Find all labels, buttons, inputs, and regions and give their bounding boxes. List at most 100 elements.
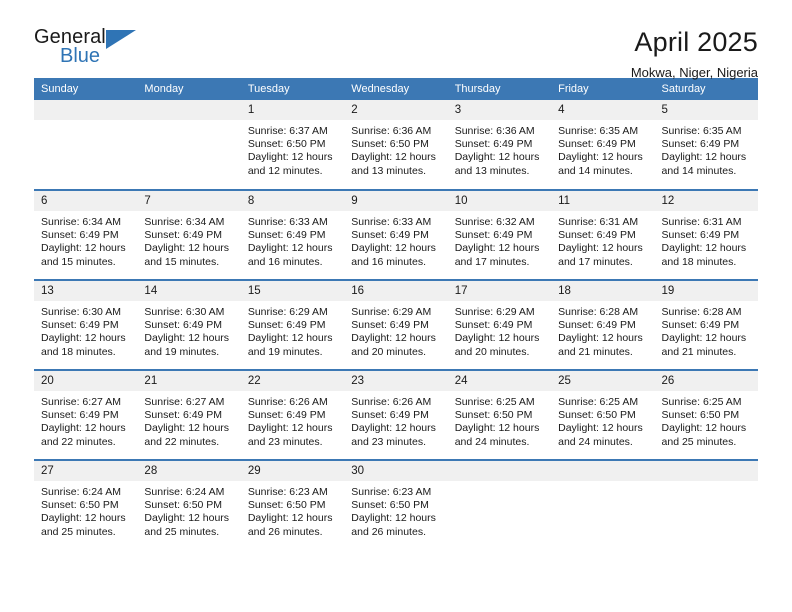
day-details: Sunrise: 6:35 AM Sunset: 6:49 PM Daylight:… (655, 120, 758, 178)
calendar-week-row: 27 Sunrise: 6:24 AM Sunset: 6:50 PM Dayligh… (34, 459, 758, 550)
day-details: Sunrise: 6:27 AM Sunset: 6:49 PM Daylight:… (34, 391, 137, 449)
calendar-day-cell[interactable]: 13 Sunrise: 6:30 AM Sunset: 6:49 PM Dayligh… (34, 279, 138, 370)
calendar-day-cell[interactable]: 30 Sunrise: 6:23 AM Sunset: 6:50 PM Dayligh… (344, 459, 448, 550)
sunset-time: Sunset: 6:49 PM (41, 229, 119, 242)
daylight-duration-line1: Daylight: 12 hours (661, 151, 747, 164)
day-details: Sunrise: 6:28 AM Sunset: 6:49 PM Daylight:… (551, 301, 654, 359)
calendar-day-cell[interactable]: 28 Sunrise: 6:24 AM Sunset: 6:50 PM Dayligh… (137, 459, 241, 550)
sunrise-time: Sunrise: 6:31 AM (661, 216, 742, 228)
daylight-duration-line1: Daylight: 12 hours (558, 151, 643, 164)
page-title: April 2025 (634, 27, 758, 57)
sunset-time: Sunset: 6:49 PM (41, 409, 119, 422)
calendar-week-row: 1 Sunrise: 6:37 AM Sunset: 6:50 PM Daylight… (34, 100, 758, 190)
day-number: 5 (654, 100, 758, 120)
brand-name-blue: Blue (60, 45, 101, 67)
calendar-day-cell[interactable]: 7 Sunrise: 6:34 AM Sunset: 6:49 PM Daylight… (137, 189, 241, 280)
calendar-day-cell[interactable]: 2 Sunrise: 6:36 AM Sunset: 6:50 PM Daylight… (344, 100, 448, 190)
sunrise-time: Sunrise: 6:32 AM (454, 216, 535, 228)
day-details: Sunrise: 6:25 AM Sunset: 6:50 PM Daylight:… (551, 391, 654, 449)
day-number: 25 (551, 371, 655, 391)
day-number: 1 (240, 100, 345, 120)
calendar-day-cell[interactable]: 19 Sunrise: 6:28 AM Sunset: 6:49 PM Dayligh… (654, 279, 758, 370)
calendar-day-cell[interactable]: 17 Sunrise: 6:29 AM Sunset: 6:49 PM Dayligh… (447, 279, 552, 370)
sunrise-time: Sunrise: 6:24 AM (41, 486, 121, 498)
sunset-time: Sunset: 6:49 PM (661, 138, 740, 151)
daylight-duration-line1: Daylight: 12 hours (247, 151, 333, 164)
calendar-day-cell[interactable]: 1 Sunrise: 6:37 AM Sunset: 6:50 PM Daylight… (240, 100, 345, 190)
sunrise-time: Sunrise: 6:29 AM (247, 306, 328, 318)
sunrise-time: Sunrise: 6:30 AM (41, 306, 121, 318)
calendar-day-cell-empty (137, 100, 241, 190)
calendar-day-cell[interactable]: 14 Sunrise: 6:30 AM Sunset: 6:49 PM Dayligh… (137, 279, 241, 370)
daylight-duration-line1: Daylight: 12 hours (454, 332, 540, 345)
sunrise-time: Sunrise: 6:34 AM (41, 216, 121, 228)
day-number (34, 100, 138, 120)
sunrise-time: Sunrise: 6:29 AM (454, 306, 535, 318)
sunrise-time: Sunrise: 6:33 AM (247, 216, 328, 228)
sunset-time: Sunset: 6:49 PM (351, 319, 429, 332)
calendar-day-cell[interactable]: 3 Sunrise: 6:36 AM Sunset: 6:49 PM Daylight… (447, 100, 552, 190)
day-number: 16 (344, 281, 448, 301)
day-details (448, 481, 551, 486)
calendar-day-cell[interactable]: 8 Sunrise: 6:33 AM Sunset: 6:49 PM Daylight… (240, 189, 345, 280)
day-number (137, 100, 241, 120)
sunset-time: Sunset: 6:49 PM (351, 229, 429, 242)
day-details (551, 481, 654, 486)
day-details: Sunrise: 6:29 AM Sunset: 6:49 PM Daylight:… (344, 301, 447, 359)
day-details: Sunrise: 6:25 AM Sunset: 6:50 PM Daylight:… (655, 391, 758, 449)
day-number: 14 (137, 281, 241, 301)
weekday-header-sunday: Sunday (34, 78, 138, 100)
day-number: 7 (137, 191, 241, 211)
day-details: Sunrise: 6:23 AM Sunset: 6:50 PM Daylight:… (344, 481, 447, 539)
sunrise-time: Sunrise: 6:27 AM (41, 396, 121, 408)
calendar-day-cell[interactable]: 16 Sunrise: 6:29 AM Sunset: 6:49 PM Dayligh… (344, 279, 448, 370)
calendar-day-cell[interactable]: 22 Sunrise: 6:26 AM Sunset: 6:49 PM Dayligh… (240, 369, 345, 460)
calendar-day-cell[interactable]: 4 Sunrise: 6:35 AM Sunset: 6:49 PM Daylight… (551, 100, 655, 190)
calendar-day-cell[interactable]: 6 Sunrise: 6:34 AM Sunset: 6:49 PM Daylight… (34, 189, 138, 280)
sunset-time: Sunset: 6:49 PM (454, 229, 533, 242)
calendar-day-cell[interactable]: 5 Sunrise: 6:35 AM Sunset: 6:49 PM Daylight… (654, 100, 758, 190)
sunrise-time: Sunrise: 6:23 AM (351, 486, 432, 498)
sunset-time: Sunset: 6:50 PM (351, 499, 429, 512)
daylight-duration-line2: and 21 minutes. (558, 345, 633, 358)
calendar-day-cell[interactable]: 10 Sunrise: 6:32 AM Sunset: 6:49 PM Dayligh… (447, 189, 552, 280)
sunset-time: Sunset: 6:49 PM (558, 319, 636, 332)
day-details: Sunrise: 6:29 AM Sunset: 6:49 PM Daylight:… (448, 301, 551, 359)
sunset-time: Sunset: 6:49 PM (41, 319, 119, 332)
day-details: Sunrise: 6:26 AM Sunset: 6:49 PM Daylight:… (241, 391, 344, 449)
calendar-day-cell[interactable]: 21 Sunrise: 6:27 AM Sunset: 6:49 PM Dayligh… (137, 369, 241, 460)
calendar-day-cell[interactable]: 11 Sunrise: 6:31 AM Sunset: 6:49 PM Dayligh… (551, 189, 655, 280)
daylight-duration-line1: Daylight: 12 hours (454, 422, 540, 435)
calendar-day-cell[interactable]: 9 Sunrise: 6:33 AM Sunset: 6:49 PM Daylight… (344, 189, 448, 280)
sunset-time: Sunset: 6:49 PM (454, 319, 533, 332)
sunset-time: Sunset: 6:49 PM (247, 409, 326, 422)
daylight-duration-line1: Daylight: 12 hours (454, 151, 540, 164)
day-details: Sunrise: 6:33 AM Sunset: 6:49 PM Daylight:… (344, 211, 447, 269)
day-number: 17 (447, 281, 552, 301)
calendar-day-cell[interactable]: 25 Sunrise: 6:25 AM Sunset: 6:50 PM Dayligh… (551, 369, 655, 460)
daylight-duration-line2: and 15 minutes. (41, 255, 116, 268)
calendar-day-cell[interactable]: 29 Sunrise: 6:23 AM Sunset: 6:50 PM Dayligh… (240, 459, 345, 550)
day-details (137, 120, 240, 125)
daylight-duration-line1: Daylight: 12 hours (41, 422, 126, 435)
sunrise-time: Sunrise: 6:25 AM (661, 396, 742, 408)
calendar-day-cell[interactable]: 24 Sunrise: 6:25 AM Sunset: 6:50 PM Dayligh… (447, 369, 552, 460)
day-number: 11 (551, 191, 655, 211)
calendar-day-cell[interactable]: 27 Sunrise: 6:24 AM Sunset: 6:50 PM Dayligh… (34, 459, 138, 550)
calendar-day-cell[interactable]: 26 Sunrise: 6:25 AM Sunset: 6:50 PM Dayligh… (654, 369, 758, 460)
day-details: Sunrise: 6:29 AM Sunset: 6:49 PM Daylight:… (241, 301, 344, 359)
brand-logo[interactable]: General Blue (34, 26, 164, 74)
sunrise-time: Sunrise: 6:31 AM (558, 216, 639, 228)
daylight-duration-line2: and 26 minutes. (247, 525, 323, 538)
calendar-day-cell[interactable]: 12 Sunrise: 6:31 AM Sunset: 6:49 PM Dayligh… (654, 189, 758, 280)
calendar-day-cell[interactable]: 23 Sunrise: 6:26 AM Sunset: 6:49 PM Dayligh… (344, 369, 448, 460)
triangle-icon (106, 30, 136, 49)
calendar-day-cell[interactable]: 20 Sunrise: 6:27 AM Sunset: 6:49 PM Dayligh… (34, 369, 138, 460)
daylight-duration-line2: and 20 minutes. (351, 345, 426, 358)
day-number: 20 (34, 371, 138, 391)
calendar-day-cell[interactable]: 18 Sunrise: 6:28 AM Sunset: 6:49 PM Dayligh… (551, 279, 655, 370)
day-number: 9 (344, 191, 448, 211)
sunrise-time: Sunrise: 6:28 AM (558, 306, 639, 318)
calendar-day-cell[interactable]: 15 Sunrise: 6:29 AM Sunset: 6:49 PM Dayligh… (240, 279, 345, 370)
daylight-duration-line2: and 14 minutes. (558, 164, 633, 177)
